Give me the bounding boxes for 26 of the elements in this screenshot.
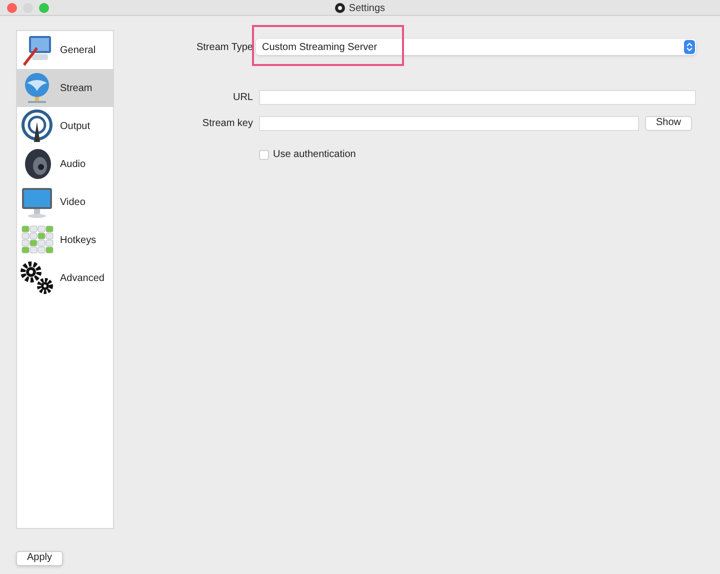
computer-with-screwdriver-icon: [20, 33, 54, 67]
authentication-checkbox[interactable]: [259, 150, 269, 160]
close-window-button[interactable]: [7, 2, 17, 12]
sidebar-item[interactable]: Stream: [17, 69, 113, 107]
sidebar-item[interactable]: Audio: [17, 145, 113, 183]
apply-button[interactable]: Apply: [16, 550, 63, 566]
field-label: Stream key: [201, 116, 254, 130]
stepper-icon: [684, 40, 695, 54]
url-field[interactable]: [259, 90, 696, 104]
monitor-icon: [20, 185, 54, 219]
field-label: Stream Type: [195, 40, 254, 54]
checkbox-label: Use authentication: [273, 148, 356, 162]
sidebar-item[interactable]: Video: [17, 183, 113, 221]
app-logo-icon: [334, 3, 345, 13]
zoom-window-button[interactable]: [39, 2, 49, 12]
window-title: Settings: [348, 2, 386, 16]
sidebar-item[interactable]: Output: [17, 107, 113, 145]
sidebar-item[interactable]: Advanced: [17, 259, 113, 297]
stream-key-field[interactable]: [259, 116, 639, 130]
gears-icon: [20, 261, 54, 295]
show-button[interactable]: Show: [645, 116, 692, 130]
stream-type-dropdown[interactable]: Custom Streaming Server: [256, 39, 696, 55]
sidebar-item[interactable]: Hotkeys: [17, 221, 113, 259]
sidebar-item[interactable]: General: [17, 31, 113, 69]
field-label: URL: [232, 90, 254, 104]
broadcast-antenna-icon: [20, 109, 54, 143]
